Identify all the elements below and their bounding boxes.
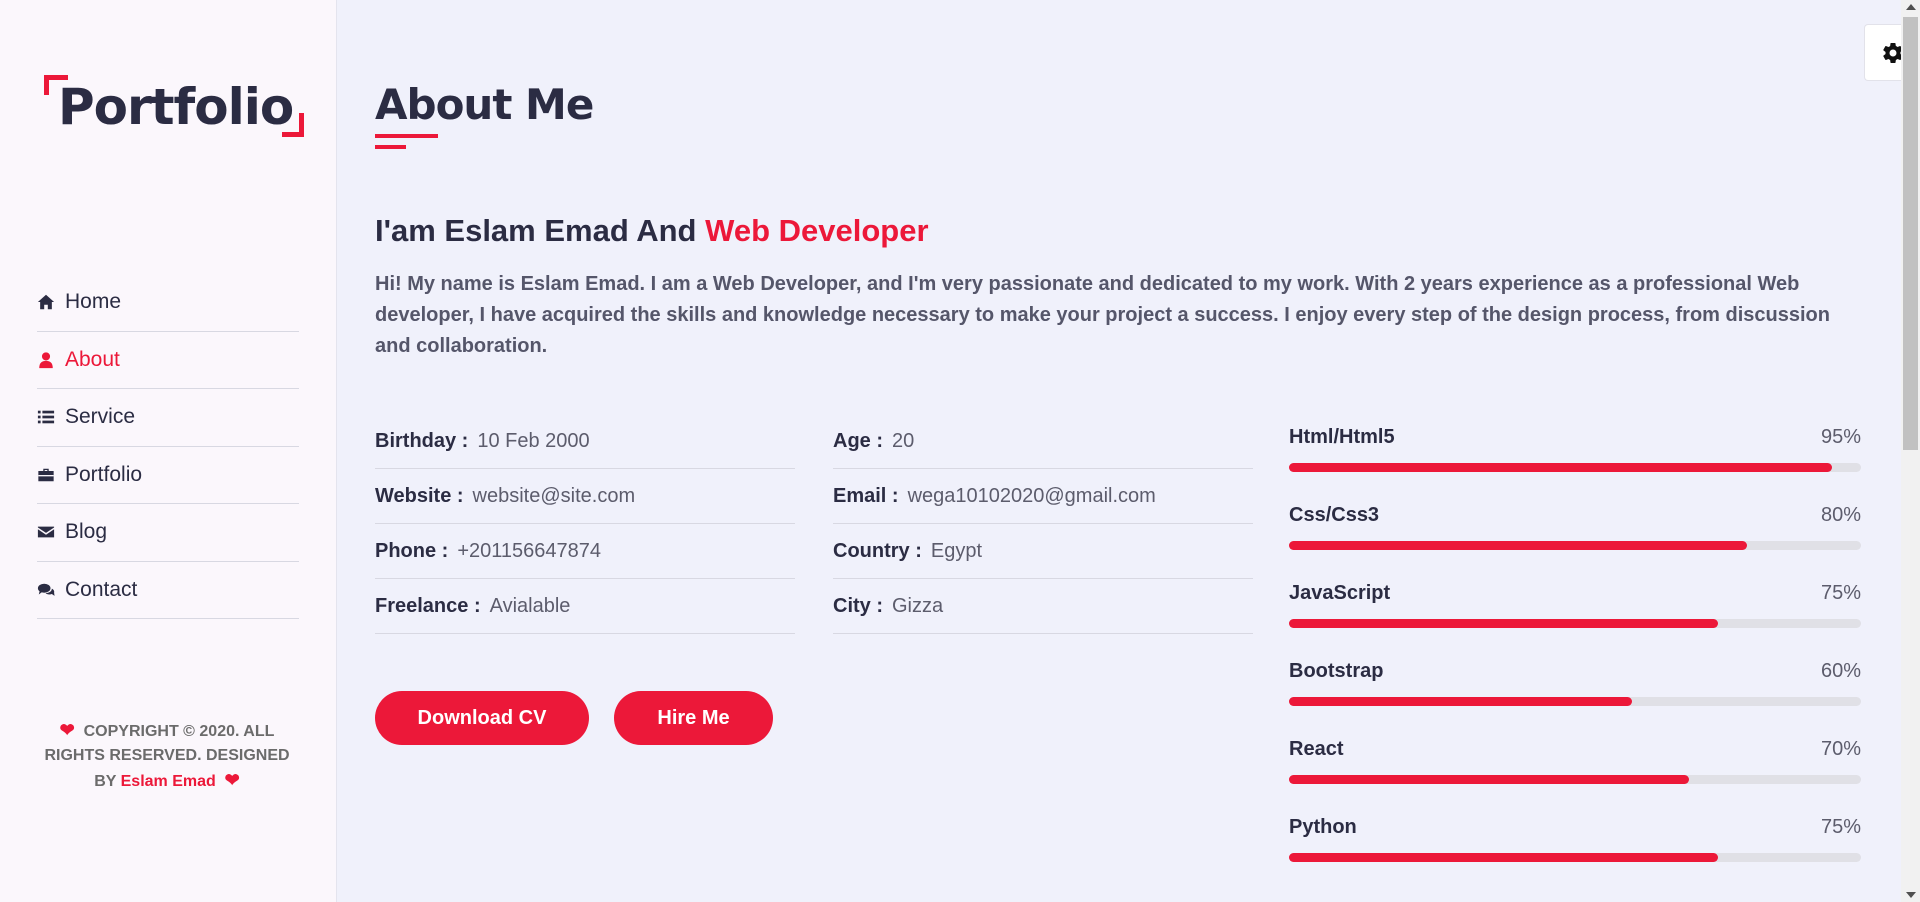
main-content: About Me I'am Eslam Emad And Web Develop… xyxy=(375,0,1861,902)
skill-item: React 70% xyxy=(1289,734,1861,812)
intro-text: Hi! My name is Eslam Emad. I am a Web De… xyxy=(375,273,1830,357)
skill-name: Html/Html5 xyxy=(1289,426,1395,448)
scroll-up-arrow-icon[interactable] xyxy=(1906,4,1916,10)
sidebar: Portfolio Home About Service Portfolio B… xyxy=(0,0,337,902)
nav-item-label: Portfolio xyxy=(65,462,143,486)
heart-icon: ❤ xyxy=(59,720,75,740)
skill-percent: 75% xyxy=(1820,816,1861,838)
skill-percent: 60% xyxy=(1820,660,1861,682)
skill-progress-track xyxy=(1289,853,1861,862)
skill-item: JavaScript 75% xyxy=(1289,578,1861,656)
skill-name: Python xyxy=(1289,816,1357,838)
skill-percent: 80% xyxy=(1820,504,1861,526)
skill-progress-fill xyxy=(1289,775,1690,784)
info-key: Freelance : xyxy=(375,594,481,617)
info-value: +201156647874 xyxy=(457,539,602,562)
briefcase-icon xyxy=(37,466,59,484)
personal-info-right: Age : 20 Email : wega10102020@gmail.com … xyxy=(833,414,1253,634)
nav-item-label: Blog xyxy=(65,520,108,544)
nav-item-blog[interactable]: Blog xyxy=(37,504,299,562)
info-value: Avialable xyxy=(489,594,571,617)
skill-name: JavaScript xyxy=(1289,582,1391,604)
skill-progress-fill xyxy=(1289,853,1718,862)
copyright: ❤ COPYRIGHT © 2020. ALL RIGHTS RESERVED.… xyxy=(32,718,302,794)
nav-item-label: Service xyxy=(65,405,136,429)
info-row-email: Email : wega10102020@gmail.com xyxy=(833,469,1253,524)
skill-item: Css/Css3 80% xyxy=(1289,500,1861,578)
info-row-birthday: Birthday : 10 Feb 2000 xyxy=(375,414,795,469)
comments-icon xyxy=(37,581,59,599)
nav-item-label: About xyxy=(65,347,120,371)
skill-progress-track xyxy=(1289,463,1861,472)
skill-progress-fill xyxy=(1289,697,1633,706)
title-underline-short xyxy=(375,145,406,149)
skill-item: Python 75% xyxy=(1289,812,1861,890)
info-key: Age : xyxy=(833,429,883,452)
info-row-website: Website : website@site.com xyxy=(375,469,795,524)
skill-item: Html/Html5 95% xyxy=(1289,422,1861,500)
info-value: Gizza xyxy=(892,594,944,617)
page-title: About Me xyxy=(375,80,594,129)
title-underline xyxy=(375,134,438,138)
skill-progress-track xyxy=(1289,697,1861,706)
nav-item-contact[interactable]: Contact xyxy=(37,562,299,619)
headline: I'am Eslam Emad And Web Developer xyxy=(375,213,929,249)
skill-progress-track xyxy=(1289,775,1861,784)
info-row-age: Age : 20 xyxy=(833,414,1253,469)
info-row-phone: Phone : +201156647874 xyxy=(375,524,795,579)
skill-progress-fill xyxy=(1289,463,1833,472)
nav-item-label: Home xyxy=(65,290,122,314)
sidebar-nav: Home About Service Portfolio Blog Contac… xyxy=(37,274,299,619)
skill-item: Bootstrap 60% xyxy=(1289,656,1861,734)
download-cv-button[interactable]: Download CV xyxy=(375,691,589,745)
skill-progress-track xyxy=(1289,541,1861,550)
logo-corner-bottom-right xyxy=(282,113,304,137)
info-key: Email : xyxy=(833,484,899,507)
info-row-country: Country : Egypt xyxy=(833,524,1253,579)
info-value: Egypt xyxy=(930,539,983,562)
logo-text: Portfolio xyxy=(58,78,294,136)
skill-name: Css/Css3 xyxy=(1289,504,1380,526)
nav-item-portfolio[interactable]: Portfolio xyxy=(37,447,299,504)
info-value: 10 Feb 2000 xyxy=(477,429,590,452)
info-row-city: City : Gizza xyxy=(833,579,1253,634)
info-value: wega10102020@gmail.com xyxy=(907,484,1156,507)
info-key: Website : xyxy=(375,484,464,507)
headline-accent: Web Developer xyxy=(705,213,929,248)
skill-percent: 70% xyxy=(1820,738,1861,760)
scroll-down-arrow-icon[interactable] xyxy=(1906,892,1916,898)
scrollbar-thumb[interactable] xyxy=(1903,17,1918,450)
skill-percent: 75% xyxy=(1820,582,1861,604)
skills-list: Html/Html5 95% Css/Css3 80% JavaScript 75% Boo… xyxy=(1289,422,1861,890)
nav-item-about[interactable]: About xyxy=(37,332,299,389)
nav-item-label: Contact xyxy=(65,577,138,601)
skill-name: Bootstrap xyxy=(1289,660,1384,682)
info-key: Birthday : xyxy=(375,429,469,452)
hire-me-button[interactable]: Hire Me xyxy=(614,691,773,745)
skill-percent: 95% xyxy=(1820,426,1861,448)
page-scrollbar[interactable] xyxy=(1901,0,1920,902)
info-key: Phone : xyxy=(375,539,449,562)
skill-progress-fill xyxy=(1289,619,1718,628)
personal-info-left: Birthday : 10 Feb 2000 Website : website… xyxy=(375,414,795,634)
user-icon xyxy=(37,351,59,369)
skill-progress-fill xyxy=(1289,541,1747,550)
list-icon xyxy=(37,408,59,426)
nav-item-home[interactable]: Home xyxy=(37,274,299,332)
skill-progress-track xyxy=(1289,619,1861,628)
info-value: website@site.com xyxy=(472,484,636,507)
info-key: Country : xyxy=(833,539,922,562)
info-value: 20 xyxy=(892,429,915,452)
headline-prefix: I'am Eslam Emad And xyxy=(375,213,697,248)
copyright-author[interactable]: Eslam Emad xyxy=(121,773,216,790)
home-icon xyxy=(37,293,59,311)
info-key: City : xyxy=(833,594,883,617)
nav-item-service[interactable]: Service xyxy=(37,389,299,447)
heart-icon: ❤ xyxy=(224,770,240,790)
skill-name: React xyxy=(1289,738,1344,760)
info-row-freelance: Freelance : Avialable xyxy=(375,579,795,634)
envelope-icon xyxy=(37,523,59,541)
